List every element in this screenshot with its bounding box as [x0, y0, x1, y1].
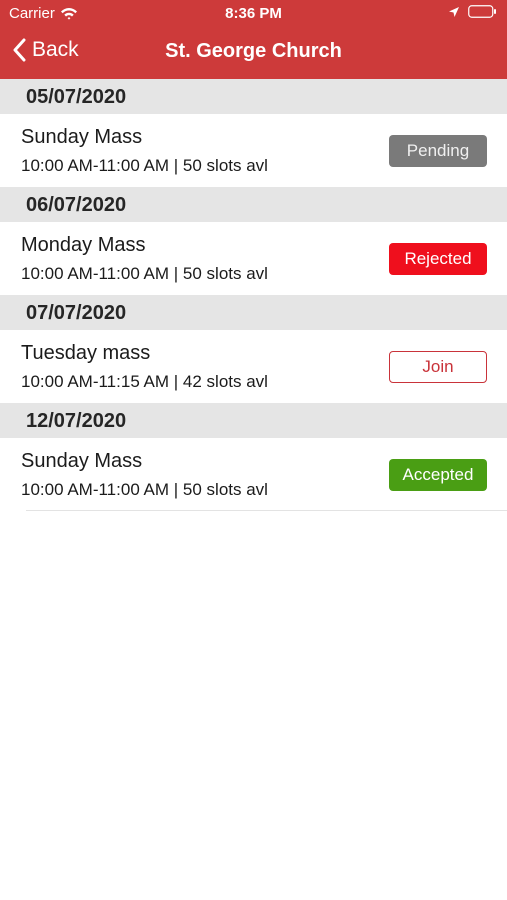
list-divider: [26, 510, 507, 511]
mass-title: Monday Mass: [21, 234, 146, 256]
mass-details: 10:00 AM-11:00 AM | 50 slots avl: [21, 156, 268, 175]
mass-list: 05/07/2020 Sunday Mass 10:00 AM-11:00 AM…: [0, 79, 507, 511]
clock: 8:36 PM: [225, 5, 282, 22]
date-header: 07/07/2020: [0, 295, 507, 330]
status-bar: Carrier 8:36 PM: [0, 0, 507, 26]
page-title: St. George Church: [165, 40, 342, 62]
nav-bar: Carrier 8:36 PM Back St. George Church: [0, 0, 507, 79]
date-header: 06/07/2020: [0, 187, 507, 222]
mass-title: Tuesday mass: [21, 342, 151, 364]
accepted-status-button[interactable]: Accepted: [389, 459, 487, 491]
list-item[interactable]: Monday Mass 10:00 AM-11:00 AM | 50 slots…: [0, 222, 507, 295]
join-button[interactable]: Join: [389, 351, 487, 383]
location-arrow-icon: [449, 6, 459, 17]
date-header: 12/07/2020: [0, 403, 507, 438]
pending-status-button[interactable]: Pending: [389, 135, 487, 167]
mass-title: Sunday Mass: [21, 126, 143, 148]
mass-details: 10:00 AM-11:00 AM | 50 slots avl: [21, 264, 268, 283]
mass-details: 10:00 AM-11:15 AM | 42 slots avl: [21, 372, 268, 391]
mass-title: Sunday Mass: [21, 450, 143, 472]
mass-details: 10:00 AM-11:00 AM | 50 slots avl: [21, 480, 268, 499]
nav-row: Back St. George Church: [0, 36, 507, 70]
battery-icon: [468, 5, 496, 18]
rejected-status-button[interactable]: Rejected: [389, 243, 487, 275]
list-item[interactable]: Sunday Mass 10:00 AM-11:00 AM | 50 slots…: [0, 114, 507, 187]
list-item[interactable]: Sunday Mass 10:00 AM-11:00 AM | 50 slots…: [0, 438, 507, 511]
date-header: 05/07/2020: [0, 79, 507, 114]
list-item[interactable]: Tuesday mass 10:00 AM-11:15 AM | 42 slot…: [0, 330, 507, 403]
status-right-group: [448, 5, 497, 18]
